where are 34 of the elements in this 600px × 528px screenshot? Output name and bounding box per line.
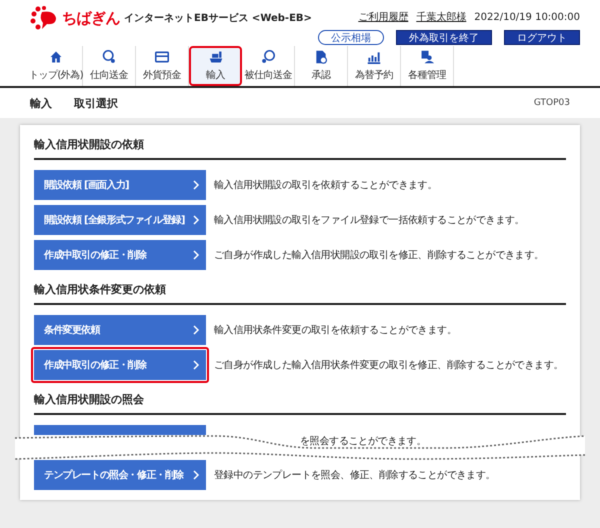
menu-button[interactable]: 開設依頼 [全銀形式ファイル登録]	[34, 205, 206, 235]
header-button[interactable]: ログアウト	[504, 30, 580, 45]
section-title: 輸入信用状開設の照会	[34, 384, 566, 415]
section-title: 輸入信用状開設の依頼	[34, 129, 566, 160]
header-link[interactable]: ご利用履歴	[358, 10, 408, 24]
nav-tab[interactable]: トップ(外為)	[30, 46, 83, 86]
description: ご自身が作成した輸入信用状開設の取引を修正、削除することができます。	[214, 248, 544, 262]
description: 輸入信用状開設の取引を依頼することができます。	[214, 178, 438, 192]
menu-button[interactable]: 開設依頼 [画面入力]	[34, 170, 206, 200]
screen-id: GTOP03	[534, 98, 570, 108]
header-button[interactable]: 公示相場	[318, 30, 384, 45]
brand-name: ちばぎん	[62, 8, 120, 28]
menu-button[interactable]: 作成中取引の修正・削除	[34, 240, 206, 270]
header-link[interactable]: 千葉太郎様	[416, 10, 466, 24]
header-button[interactable]: 外為取引を終了	[396, 30, 492, 45]
nav-tab[interactable]: 輸入	[189, 46, 242, 86]
description: 輸入信用状開設の取引をファイル登録で一括依頼することができます。	[214, 214, 524, 227]
nav-tab[interactable]: 各種管理	[401, 46, 454, 86]
section-title: 輸入信用状条件変更の依頼	[34, 274, 566, 305]
nav-tab[interactable]: 被仕向送金	[242, 46, 295, 86]
page-title: 取引選択	[74, 96, 118, 110]
nav-tab[interactable]: 仕向送金	[83, 46, 136, 86]
timestamp: 2022/10/19 10:00:00	[474, 12, 580, 22]
menu-button[interactable]: 条件変更依頼	[34, 315, 206, 345]
nav-tab[interactable]: 為替予約	[348, 46, 401, 86]
nav-tab[interactable]: 承認	[295, 46, 348, 86]
description: ご自身が作成した輸入信用状条件変更の取引を修正、削除することができます。	[214, 358, 564, 372]
description: 登録中のテンプレートを照会、修正、削除することができます。	[214, 468, 496, 482]
description: 輸入信用状条件変更の取引を依頼することができます。	[214, 324, 457, 337]
menu-button[interactable]: テンプレートの照会・修正・削除	[34, 460, 206, 490]
menu-button[interactable]: 作成中取引の修正・削除	[34, 350, 206, 380]
service-name: インターネットEBサービス <Web-EB>	[124, 12, 312, 25]
page-title: 輸入	[30, 96, 52, 110]
description: を照会することができます。	[299, 435, 426, 448]
